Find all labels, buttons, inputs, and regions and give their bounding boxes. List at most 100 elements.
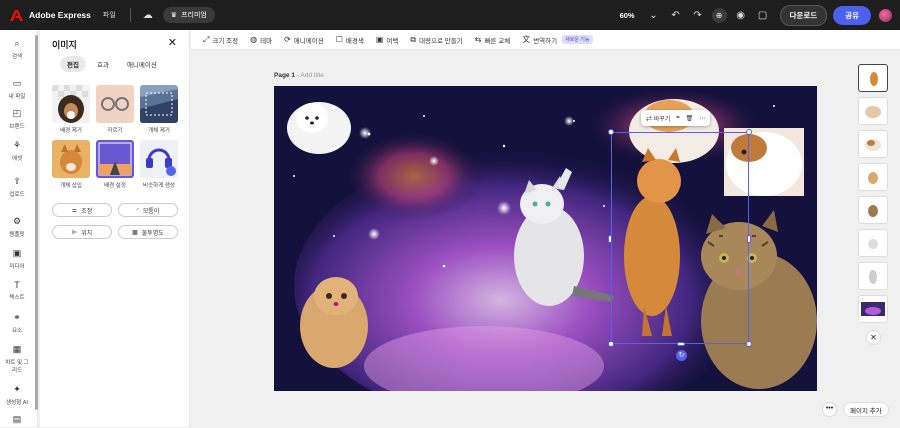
add-page-button[interactable]: 페이지 추가: [843, 402, 889, 417]
redo-icon[interactable]: ↷: [687, 10, 709, 21]
resize-handle[interactable]: [677, 342, 685, 346]
toolbar-label: 번역하기: [533, 37, 558, 45]
toolbar-label: 테마: [260, 37, 273, 45]
rotate-handle-icon[interactable]: ↻: [676, 350, 687, 361]
layer-thumb-guinea-pig[interactable]: [858, 97, 888, 125]
toolbar-label: 대량으로 만들기: [419, 37, 463, 45]
resize-handle[interactable]: [746, 129, 752, 135]
premium-button[interactable]: ♛ 프리미엄: [162, 7, 215, 23]
quick-swap-button[interactable]: ⇆ 빠른 교체: [475, 35, 510, 45]
align-icon: ⊫: [71, 229, 78, 236]
top-bar: Adobe Express 파일 ☁ ♛ 프리미엄 60% ⌄ ↶ ↷ ⊕ ◉ …: [0, 0, 900, 30]
rail-label: 업로드: [9, 192, 25, 198]
more-options-icon[interactable]: •••: [822, 402, 837, 417]
adjust-button[interactable]: ⚌ 조정: [52, 203, 112, 217]
tab-effects[interactable]: 효과: [90, 56, 116, 72]
background-color-button[interactable]: ☐ 배경색: [336, 35, 364, 45]
panel-tabs: 편집 효과 애니메이션: [60, 56, 164, 72]
avatar[interactable]: [879, 8, 892, 22]
file-menu[interactable]: 파일: [103, 10, 116, 20]
resize-handle[interactable]: [608, 341, 614, 347]
close-thumbnails-icon[interactable]: ✕: [866, 330, 881, 345]
lightbulb-icon[interactable]: ◉: [730, 10, 752, 21]
rail-item-search[interactable]: ⌕ 검색: [0, 38, 34, 60]
rail-item-calendar[interactable]: ▤: [0, 414, 34, 428]
replace-button[interactable]: ⇄ 바꾸기: [646, 114, 670, 123]
tile-label: 개체 제거: [148, 128, 170, 134]
more-icon[interactable]: ⋯: [699, 115, 705, 122]
tile-remove-background[interactable]: [52, 85, 90, 123]
rail-scrollbar[interactable]: [35, 35, 38, 410]
assets-icon: ⚘: [12, 140, 22, 150]
download-button[interactable]: 다운로드: [779, 4, 828, 26]
bulk-create-button[interactable]: ⧉ 대량으로 만들기: [410, 35, 462, 45]
opacity-icon: ▩: [132, 229, 138, 236]
cloud-icon[interactable]: ☁: [143, 10, 153, 21]
page-title-input[interactable]: - Add title: [297, 72, 324, 79]
resize-handle[interactable]: [608, 129, 614, 135]
layer-thumb-background[interactable]: [858, 295, 888, 323]
share-button[interactable]: 공유: [833, 5, 871, 25]
white-dog-image: [287, 102, 351, 154]
resize-handle[interactable]: [746, 341, 752, 347]
rail-label: 에셋: [11, 156, 23, 162]
layer-thumb-guinea-pig-2[interactable]: [858, 130, 888, 158]
opacity-button[interactable]: ▩ 불투명도: [118, 225, 178, 239]
rail-item-elements[interactable]: ⚭ 요소: [0, 312, 34, 334]
invite-icon[interactable]: ⊕: [711, 7, 727, 23]
page-label: Page 1 - Add title: [274, 72, 324, 79]
button-label: 위치: [81, 230, 93, 237]
selection-box[interactable]: [611, 132, 749, 344]
tab-animation[interactable]: 애니메이션: [120, 56, 164, 72]
rail-item-text[interactable]: T 텍스트: [0, 280, 34, 301]
rail-label: 템플릿: [9, 232, 25, 238]
tab-edit[interactable]: 편집: [60, 56, 86, 72]
tile-generate-background[interactable]: [96, 140, 134, 178]
tile-generate-similar[interactable]: [140, 140, 178, 178]
rail-label: 생성형 AI: [6, 400, 28, 406]
chevron-down-icon[interactable]: ⌄: [643, 10, 665, 21]
rail-item-files[interactable]: ▭ 내 파일: [0, 78, 34, 100]
toolbar-label: 크기 조정: [212, 37, 239, 45]
button-label: 조정: [81, 208, 93, 215]
resize-handle[interactable]: [608, 235, 612, 243]
app-name: Adobe Express: [29, 10, 91, 20]
rail-item-templates[interactable]: ⚙ 템플릿: [0, 216, 34, 238]
design-canvas[interactable]: ⇄ 바꾸기 ⌗ 🗑 ⋯ ↻: [274, 86, 817, 391]
media-icon: ▣: [12, 248, 22, 258]
rail-item-brand[interactable]: ◰ 브랜드: [0, 108, 34, 130]
undo-icon[interactable]: ↶: [665, 10, 687, 21]
tile-label: 비슷하게 생성: [143, 183, 175, 189]
resize-handle[interactable]: [747, 235, 751, 243]
layer-thumb-orange-cat[interactable]: [858, 64, 888, 92]
position-button[interactable]: ⊫ 위치: [52, 225, 112, 239]
layer-thumb-tabby[interactable]: [858, 196, 888, 224]
layer-thumb-kitten[interactable]: [858, 163, 888, 191]
margin-button[interactable]: ▣ 여백: [376, 35, 399, 45]
crown-icon: ♛: [170, 12, 178, 19]
theme-button[interactable]: ◍ 테마: [250, 35, 272, 45]
layer-thumb-white-dog[interactable]: [858, 229, 888, 257]
zoom-level[interactable]: 60%: [620, 11, 635, 20]
rail-label: 요소: [11, 328, 23, 334]
crop-icon[interactable]: ⌗: [676, 115, 679, 122]
trash-icon[interactable]: 🗑: [686, 115, 694, 122]
tile-insert-object[interactable]: [52, 140, 90, 178]
rail-item-grid[interactable]: ▦ 차트 및 그리드: [0, 344, 34, 374]
divider: [129, 8, 131, 22]
rail-item-media[interactable]: ▣ 미디어: [0, 248, 34, 270]
close-icon[interactable]: ✕: [168, 36, 177, 49]
translate-button[interactable]: 文 번역하기 새로운 기능: [522, 34, 593, 45]
resize-button[interactable]: ⤢ 크기 조정: [203, 35, 238, 45]
rail-item-ai[interactable]: ✦ 생성형 AI: [0, 384, 34, 406]
comment-icon[interactable]: ▢: [752, 10, 774, 21]
replace-icon: ⇄: [646, 116, 653, 123]
animation-button[interactable]: ⟳ 애니메이션: [284, 35, 324, 45]
layer-thumb-white-cat[interactable]: [858, 262, 888, 290]
corner-button[interactable]: ◜ 모퉁이: [118, 203, 178, 217]
rail-item-upload[interactable]: ⇪ 업로드: [0, 176, 34, 198]
tile-crop[interactable]: [96, 85, 134, 123]
tile-remove-object[interactable]: [140, 85, 178, 123]
rail-item-assets[interactable]: ⚘ 에셋: [0, 140, 34, 162]
adobe-logo-icon[interactable]: [10, 9, 23, 22]
